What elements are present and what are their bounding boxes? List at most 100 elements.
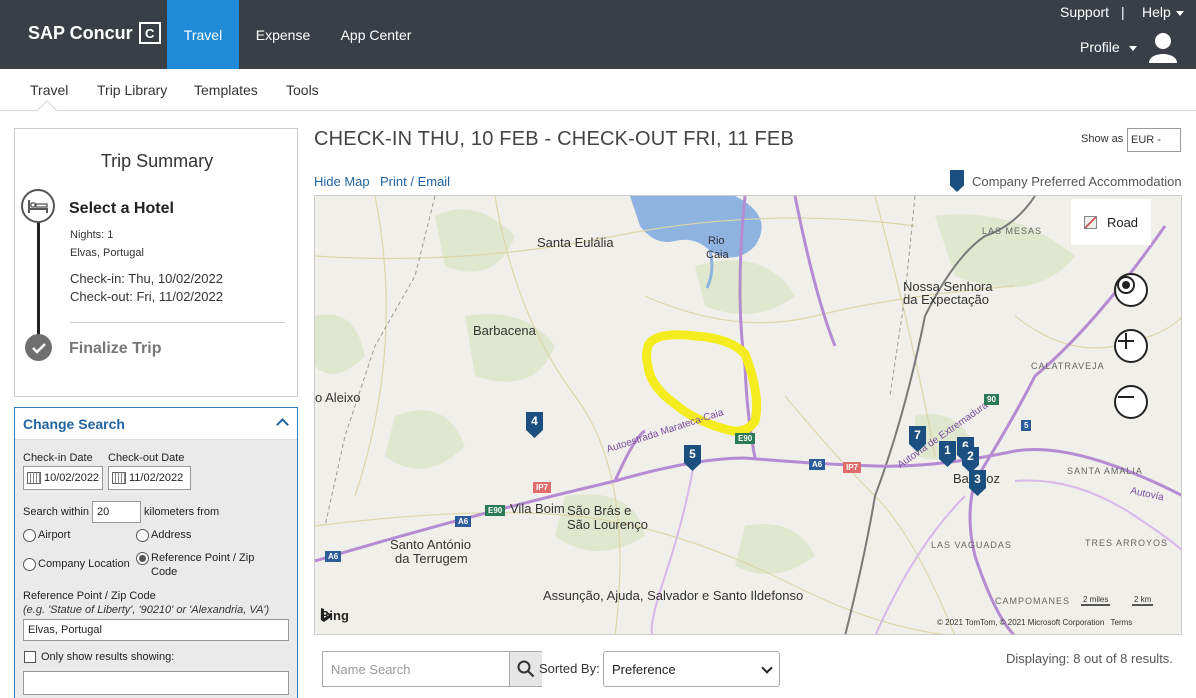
place-santo-antonio-1: Santo António xyxy=(390,537,471,552)
place-vila-boim: Vila Boim xyxy=(510,501,565,516)
name-search-input[interactable]: Name Search xyxy=(331,662,410,677)
place-campomanes: CAMPOMANES xyxy=(995,596,1071,606)
profile-menu[interactable]: Profile xyxy=(1080,39,1137,55)
step-select-hotel: Select a Hotel xyxy=(69,200,174,217)
company-preferred-label: Company Preferred Accommodation xyxy=(972,173,1182,189)
checkout-date-field[interactable]: 11/02/2022 xyxy=(108,466,191,490)
chevron-down-icon xyxy=(1175,10,1184,16)
map-copyright: © 2021 TomTom, © 2021 Microsoft Corporat… xyxy=(937,618,1132,627)
radio-address[interactable] xyxy=(136,529,149,542)
change-search-header[interactable]: Change Search xyxy=(15,408,297,440)
name-search-field[interactable]: Name Search xyxy=(322,651,542,687)
scale-miles: 2 miles xyxy=(1081,595,1111,606)
checkin-info: Check-in: Thu, 10/02/2022 xyxy=(70,271,223,286)
progress-line xyxy=(37,219,40,339)
shield-a6: A6 xyxy=(325,551,342,562)
divider xyxy=(70,322,285,323)
profile-label: Profile xyxy=(1080,39,1120,55)
locate-me-button[interactable] xyxy=(1114,273,1148,307)
subnav-templates[interactable]: Templates xyxy=(194,82,258,98)
radio-airport[interactable] xyxy=(23,529,36,542)
road-label: Road xyxy=(1106,214,1139,230)
hotel-pin[interactable]: 5 xyxy=(683,444,702,472)
step-finalize-trip: Finalize Trip xyxy=(69,340,162,357)
hotel-pin[interactable]: 4 xyxy=(525,411,544,439)
checkin-date-field[interactable]: 10/02/2022 xyxy=(23,466,103,490)
map[interactable]: Santa Eulália Rio Caia LAS MESAS Nossa S… xyxy=(314,195,1182,635)
only-show-label: Only show results showing: xyxy=(41,651,175,663)
shield-5: 5 xyxy=(1021,420,1032,431)
brand-logo[interactable]: SAP Concur C xyxy=(28,22,161,44)
only-show-input[interactable] xyxy=(23,671,289,695)
support-link[interactable]: Support xyxy=(1060,4,1109,20)
pin-number: 2 xyxy=(967,449,974,463)
user-avatar-icon[interactable] xyxy=(1148,31,1178,63)
place-rio: Rio xyxy=(708,235,725,247)
only-show-checkbox[interactable] xyxy=(24,651,36,663)
reference-point-input[interactable]: Elvas, Portugal xyxy=(23,619,289,641)
radio-reference-point[interactable] xyxy=(136,552,149,565)
hide-map-link[interactable]: Hide Map xyxy=(314,174,370,189)
place-barbacena: Barbacena xyxy=(473,323,536,338)
scale-km: 2 km xyxy=(1132,595,1154,606)
place-caia: Caia xyxy=(706,249,729,261)
search-within-label: Search within xyxy=(23,506,90,518)
tab-expense[interactable]: Expense xyxy=(247,0,319,69)
hotel-pin[interactable]: 3 xyxy=(968,469,987,497)
preferred-pin-icon xyxy=(950,170,964,192)
shield-a6: A6 xyxy=(455,516,472,527)
brand-mark-icon: C xyxy=(138,22,161,44)
results-count: Displaying: 8 out of 8 results. xyxy=(1006,651,1173,666)
distance-input[interactable]: 20 xyxy=(92,501,141,523)
place-assuncao: Assunção, Ajuda, Salvador e Santo Ildefo… xyxy=(543,588,804,603)
tab-app-center[interactable]: App Center xyxy=(332,0,420,69)
page-title: CHECK-IN THU, 10 FEB - CHECK-OUT FRI, 11… xyxy=(314,128,794,150)
print-email-link[interactable]: Print / Email xyxy=(380,174,450,189)
tab-travel[interactable]: Travel xyxy=(167,0,239,69)
company-location-label: Company Location xyxy=(38,558,130,570)
separator: | xyxy=(1121,4,1125,20)
nights-info: Nights: 1 xyxy=(70,229,114,241)
place-las-vaguadas: LAS VAGUADAS xyxy=(931,540,1012,550)
checkin-date-value: 10/02/2022 xyxy=(44,472,100,484)
subnav-tools[interactable]: Tools xyxy=(286,82,319,98)
shield-ip7: IP7 xyxy=(843,462,862,473)
reference-point-label-1: Reference Point / Zip xyxy=(151,552,255,564)
sort-select[interactable]: Preference xyxy=(603,651,780,687)
plus-icon xyxy=(1118,333,1134,349)
place-las-mesas: LAS MESAS xyxy=(982,226,1043,236)
place-santo-antonio-2: da Terrugem xyxy=(395,551,468,566)
reference-hint: (e.g. 'Statue of Liberty', '90210' or 'A… xyxy=(23,604,270,616)
place-aleixo: o Aleixo xyxy=(315,390,361,405)
shield-ip7: IP7 xyxy=(533,482,552,493)
hotel-pin[interactable]: 1 xyxy=(938,440,957,468)
radio-company-location[interactable] xyxy=(23,558,36,571)
sort-value: Preference xyxy=(612,661,676,677)
chevron-down-icon xyxy=(1128,45,1137,51)
help-menu[interactable]: Help xyxy=(1142,4,1184,20)
change-search-panel: Change Search Check-in Date Check-out Da… xyxy=(14,407,298,698)
subnav-trip-library[interactable]: Trip Library xyxy=(97,82,167,98)
top-bar: SAP Concur C Travel Expense App Center S… xyxy=(0,0,1196,69)
subnav-travel[interactable]: Travel xyxy=(30,82,68,98)
zoom-out-button[interactable] xyxy=(1114,385,1148,419)
terms-link[interactable]: Terms xyxy=(1111,618,1133,627)
shield-a6: A6 xyxy=(809,459,826,470)
chevron-up-icon[interactable] xyxy=(276,418,289,431)
pin-number: 1 xyxy=(944,443,951,457)
brand-name: SAP Concur xyxy=(28,22,133,43)
currency-select[interactable]: EUR - xyxy=(1127,128,1181,152)
calendar-icon[interactable] xyxy=(27,472,41,484)
change-search-title: Change Search xyxy=(23,416,125,432)
pin-number: 7 xyxy=(914,428,921,442)
help-label: Help xyxy=(1142,4,1171,20)
road-view-button[interactable]: Road xyxy=(1071,199,1151,245)
show-as-label: Show as xyxy=(1081,133,1124,145)
search-button[interactable] xyxy=(509,652,542,686)
pin-number: 5 xyxy=(689,447,696,461)
location-info: Elvas, Portugal xyxy=(70,247,144,259)
pin-number: 3 xyxy=(974,472,981,486)
zoom-in-button[interactable] xyxy=(1114,329,1148,363)
calendar-icon[interactable] xyxy=(112,472,126,484)
hotel-pin[interactable]: 7 xyxy=(908,425,927,453)
